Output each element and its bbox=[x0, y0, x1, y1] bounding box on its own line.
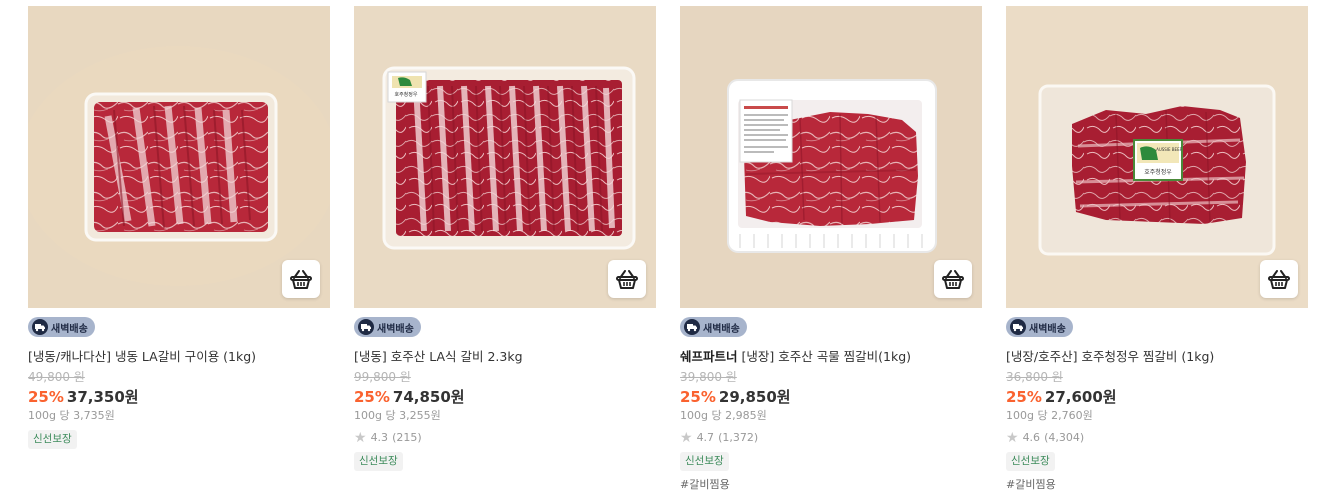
product-card[interactable]: 새벽배송 [냉동/캐나다산] 냉동 LA갈비 구이용 (1kg) 49,800 … bbox=[28, 6, 330, 449]
rating: ★ 4.3 (215) bbox=[354, 431, 656, 445]
rating-score: 4.3 bbox=[370, 431, 389, 444]
discount-rate: 25% bbox=[680, 388, 716, 406]
unit-price: 100g 당 2,985원 bbox=[680, 409, 767, 422]
discount-rate: 25% bbox=[28, 388, 64, 406]
product-image[interactable] bbox=[680, 6, 982, 308]
rating: ★ 4.6 (4,304) bbox=[1006, 431, 1308, 445]
discount-rate: 25% bbox=[354, 388, 390, 406]
review-count: (1,372) bbox=[718, 431, 759, 444]
product-name: [냉동/캐나다산] 냉동 LA갈비 구이용 (1kg) bbox=[28, 349, 257, 364]
product-hashtag[interactable]: #갈비찜용 bbox=[1006, 478, 1308, 492]
dawn-delivery-badge: 새벽배송 bbox=[28, 317, 95, 337]
sale-price: 29,850원 bbox=[718, 388, 791, 406]
review-count: (4,304) bbox=[1044, 431, 1085, 444]
original-price: 36,800 원 bbox=[1006, 370, 1063, 384]
delivery-badge-label: 새벽배송 bbox=[377, 323, 414, 335]
delivery-badge-label: 새벽배송 bbox=[1029, 323, 1066, 335]
basket-icon bbox=[616, 270, 638, 289]
dawn-delivery-badge: 새벽배송 bbox=[680, 317, 747, 337]
svg-text:호주청정우: 호주청정우 bbox=[1144, 169, 1172, 176]
add-to-cart-button[interactable] bbox=[934, 260, 972, 298]
delivery-badge-label: 새벽배송 bbox=[51, 323, 88, 335]
basket-icon bbox=[942, 270, 964, 289]
rating: ★ 4.7 (1,372) bbox=[680, 431, 982, 445]
review-count: (215) bbox=[392, 431, 422, 444]
sale-price-row: 25% 37,350원 bbox=[28, 388, 330, 407]
unit-price: 100g 당 3,255원 bbox=[354, 409, 441, 422]
product-brand: 쉐프파트너 bbox=[680, 349, 738, 364]
star-icon: ★ bbox=[354, 430, 367, 446]
truck-icon bbox=[684, 319, 700, 335]
svg-text:호주청정우: 호주청정우 bbox=[394, 91, 417, 98]
freshness-guarantee-badge: 신선보장 bbox=[1006, 452, 1055, 471]
sale-price: 27,600원 bbox=[1044, 388, 1117, 406]
rating-score: 4.6 bbox=[1022, 431, 1041, 444]
truck-icon bbox=[358, 319, 374, 335]
product-title[interactable]: [냉장/호주산] 호주청정우 찜갈비 (1kg) bbox=[1006, 349, 1308, 365]
star-icon: ★ bbox=[1006, 430, 1019, 446]
sale-price-row: 25% 74,850원 bbox=[354, 388, 656, 407]
freshness-guarantee-badge: 신선보장 bbox=[680, 452, 729, 471]
original-price: 39,800 원 bbox=[680, 370, 737, 384]
delivery-badge-label: 새벽배송 bbox=[703, 323, 740, 335]
dawn-delivery-badge: 새벽배송 bbox=[1006, 317, 1073, 337]
sale-price: 37,350원 bbox=[66, 388, 139, 406]
discount-rate: 25% bbox=[1006, 388, 1042, 406]
unit-price: 100g 당 3,735원 bbox=[28, 409, 115, 422]
add-to-cart-button[interactable] bbox=[282, 260, 320, 298]
product-name: [냉장/호주산] 호주청정우 찜갈비 (1kg) bbox=[1006, 349, 1215, 364]
sale-price-row: 25% 29,850원 bbox=[680, 388, 982, 407]
sale-price-row: 25% 27,600원 bbox=[1006, 388, 1308, 407]
truck-icon bbox=[32, 319, 48, 335]
freshness-guarantee-badge: 신선보장 bbox=[354, 452, 403, 471]
unit-price: 100g 당 2,760원 bbox=[1006, 409, 1093, 422]
product-name: [냉장] 호주산 곡물 찜갈비(1kg) bbox=[741, 349, 912, 364]
original-price: 49,800 원 bbox=[28, 370, 85, 384]
truck-icon bbox=[1010, 319, 1026, 335]
add-to-cart-button[interactable] bbox=[1260, 260, 1298, 298]
product-image[interactable] bbox=[28, 6, 330, 308]
dawn-delivery-badge: 새벽배송 bbox=[354, 317, 421, 337]
basket-icon bbox=[1268, 270, 1290, 289]
svg-text:AUSSIE BEEF: AUSSIE BEEF bbox=[1156, 147, 1183, 152]
product-hashtag[interactable]: #갈비찜용 bbox=[680, 478, 982, 492]
product-image[interactable]: 호주청정우 bbox=[354, 6, 656, 308]
product-name: [냉동] 호주산 LA식 갈비 2.3kg bbox=[354, 349, 523, 364]
star-icon: ★ bbox=[680, 430, 693, 446]
product-card[interactable]: 새벽배송 쉐프파트너 [냉장] 호주산 곡물 찜갈비(1kg) 39,800 원… bbox=[680, 6, 982, 492]
sale-price: 74,850원 bbox=[392, 388, 465, 406]
product-card[interactable]: 호주청정우 새벽배송 [냉동] 호주산 LA식 갈비 2.3kg 99,800 … bbox=[354, 6, 656, 471]
basket-icon bbox=[290, 270, 312, 289]
product-title[interactable]: 쉐프파트너 [냉장] 호주산 곡물 찜갈비(1kg) bbox=[680, 349, 982, 365]
product-image[interactable]: AUSSIE BEEF 호주청정우 bbox=[1006, 6, 1308, 308]
product-title[interactable]: [냉동] 호주산 LA식 갈비 2.3kg bbox=[354, 349, 656, 365]
freshness-guarantee-badge: 신선보장 bbox=[28, 430, 77, 449]
product-card[interactable]: AUSSIE BEEF 호주청정우 새벽배송 [냉장/호주산] 호주청정우 찜갈… bbox=[1006, 6, 1308, 492]
rating-score: 4.7 bbox=[696, 431, 715, 444]
product-title[interactable]: [냉동/캐나다산] 냉동 LA갈비 구이용 (1kg) bbox=[28, 349, 330, 365]
add-to-cart-button[interactable] bbox=[608, 260, 646, 298]
original-price: 99,800 원 bbox=[354, 370, 411, 384]
